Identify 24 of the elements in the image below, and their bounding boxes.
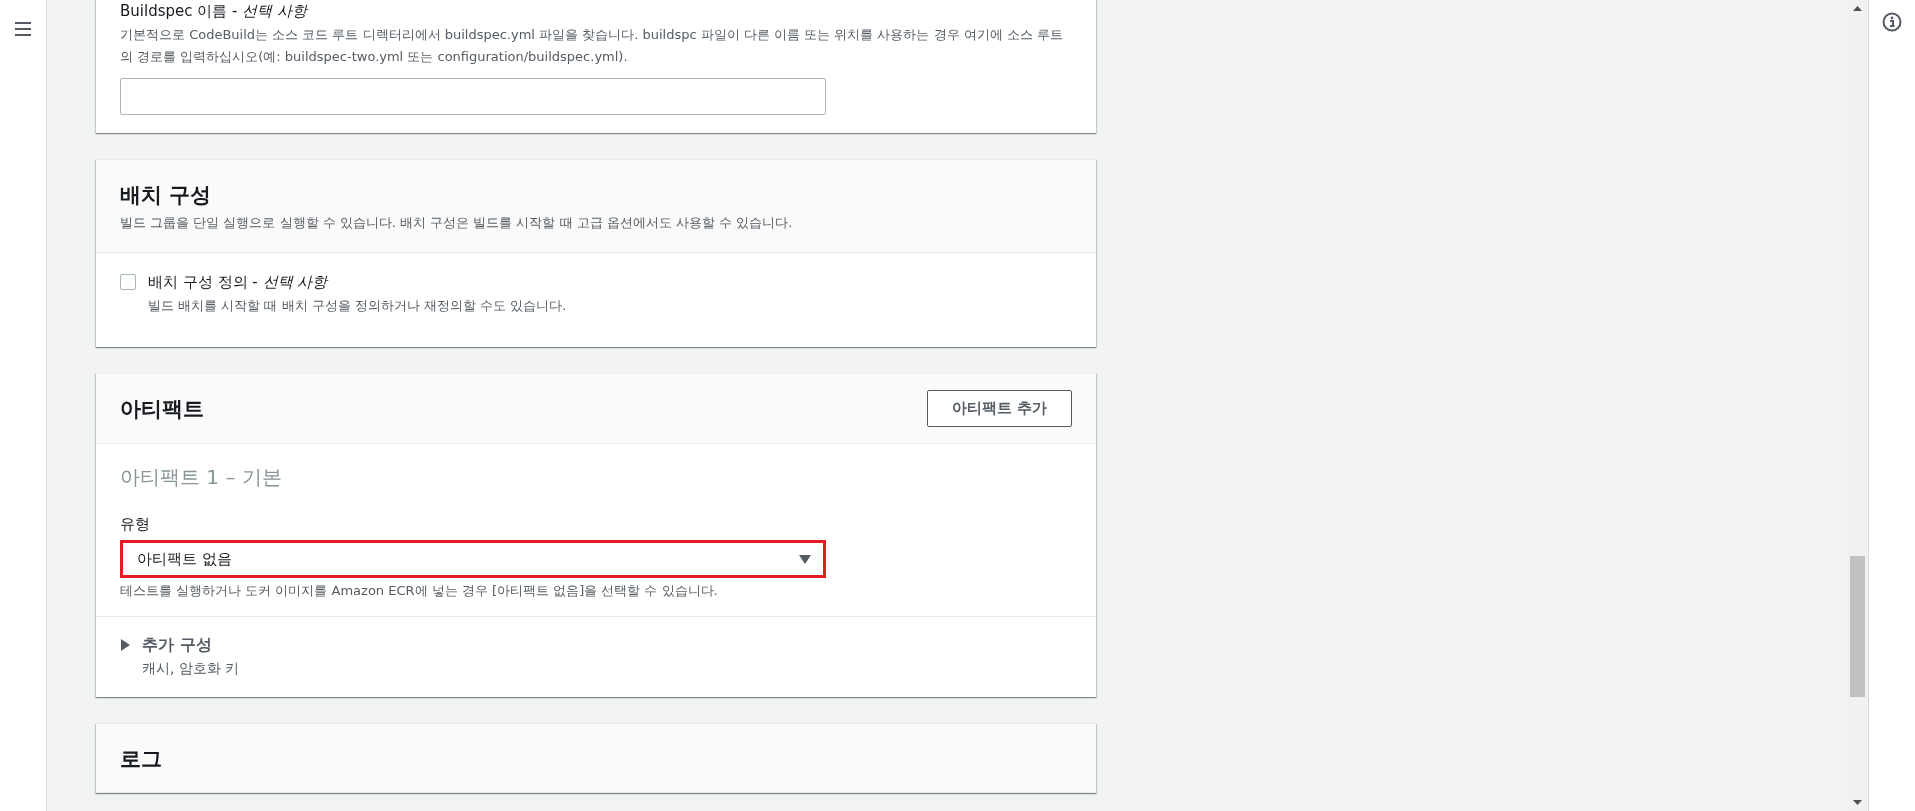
scroll-down-arrow-icon[interactable] xyxy=(1853,800,1862,805)
type-help-text: 테스트를 실행하거나 도커 이미지를 Amazon ECR에 넣는 경우 [아티팩트 없음]을 선택할 수 있습니다. xyxy=(120,582,719,600)
buildspec-description: 기본적으로 CodeBuild는 소스 코드 루트 디렉터리에서 buildspec.yml 파일을 찾습니다. buildspc 파일이 다른 이름 또는 위치를 사용하는 경우 여기에 소스 루트의 경로를 입력하십시오(예: buildspec-two.yml 또는 configuration/buildspec.yml). xyxy=(120,26,1064,66)
buildspec-label: Buildspec 이름 - 선택 사항 xyxy=(120,1,310,22)
artifact-subtitle: 아티팩트 1 – 기본 xyxy=(120,464,283,491)
type-label: 유형 xyxy=(120,515,151,534)
scrollbar-thumb[interactable] xyxy=(1850,556,1865,697)
type-select[interactable]: 아티팩트 없음 xyxy=(120,540,826,578)
caret-icon[interactable] xyxy=(120,639,130,651)
additional-config-toggle[interactable]: 추가 구성 xyxy=(142,633,240,657)
additional-config-description: 캐시, 암호화 키 xyxy=(142,659,240,678)
info-icon[interactable] xyxy=(1882,12,1902,32)
menu-icon[interactable] xyxy=(14,22,32,36)
section-title: 배치 구성 xyxy=(120,182,213,209)
batch-config-checkbox[interactable] xyxy=(120,274,136,290)
section-title: 아티팩트 xyxy=(120,395,204,423)
checkbox-description: 빌드 배치를 시작할 때 배치 구성을 정의하거나 재정의할 수도 있습니다. xyxy=(148,297,567,315)
add-artifact-button[interactable]: 아티팩트 추가 xyxy=(926,390,1072,427)
checkbox-label: 배치 구성 정의 - 선택 사항 xyxy=(148,272,330,293)
section-description: 빌드 그룹을 단일 실행으로 실행할 수 있습니다. 배치 구성은 빌드를 시작할 때 고급 옵션에서도 사용할 수 있습니다. xyxy=(120,214,794,232)
section-title: 로그 xyxy=(120,746,163,773)
scroll-up-arrow-icon[interactable] xyxy=(1853,6,1862,11)
buildspec-name-field[interactable] xyxy=(120,78,826,115)
caret-icon xyxy=(799,554,811,564)
